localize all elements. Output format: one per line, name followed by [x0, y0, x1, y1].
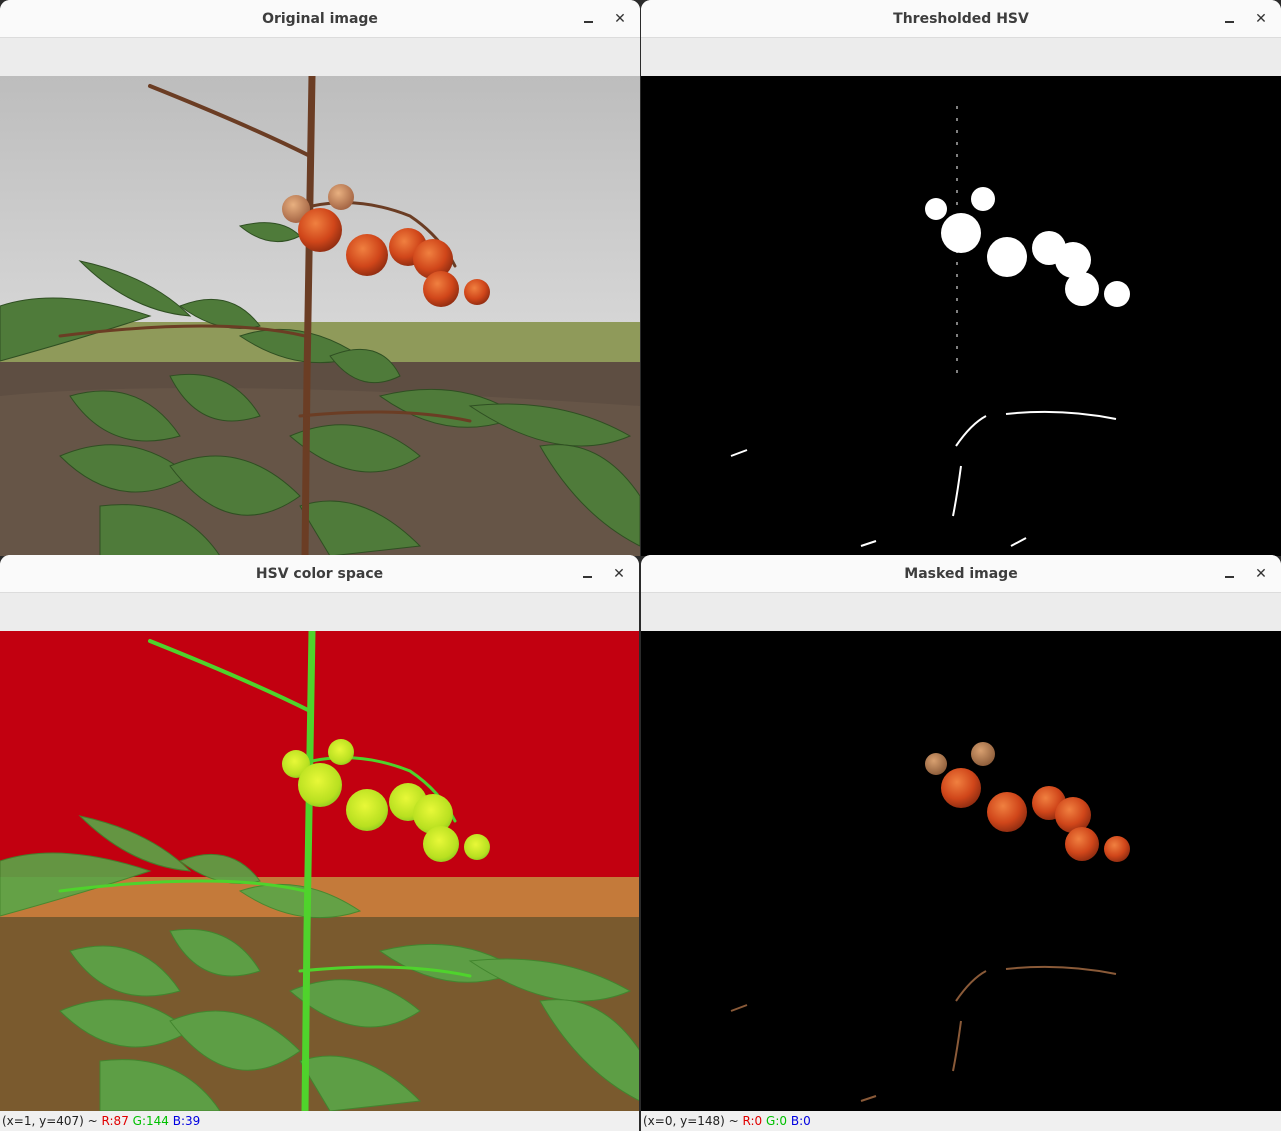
pixel-blue-value: B:39: [172, 1114, 201, 1128]
pixel-red-value: R:87: [101, 1114, 129, 1128]
minimize-icon: [583, 21, 593, 23]
pixel-blue-value: B:0: [790, 1114, 811, 1128]
titlebar[interactable]: HSV color space ✕: [0, 555, 639, 593]
minimize-button[interactable]: [577, 564, 597, 584]
window-title: Original image: [262, 10, 378, 27]
hsv-image: [0, 631, 639, 1111]
close-button[interactable]: ✕: [1251, 9, 1271, 29]
window-title: HSV color space: [255, 565, 384, 582]
thresholded-hsv-window: Thresholded HSV ✕: [641, 0, 1281, 556]
minimize-button[interactable]: [578, 9, 598, 29]
toolbar: [0, 593, 639, 631]
minimize-icon: [1224, 21, 1234, 23]
pixel-green-value: G:144: [132, 1114, 169, 1128]
thresholded-image: [641, 76, 1281, 556]
window-title: Thresholded HSV: [893, 10, 1029, 27]
masked-image: [641, 631, 1281, 1111]
pixel-red-value: R:0: [742, 1114, 763, 1128]
toolbar: [0, 38, 640, 76]
pixel-coords: (x=0, y=148) ~: [643, 1114, 739, 1128]
minimize-icon: [1224, 576, 1234, 578]
status-bar: (x=1, y=407) ~ R:87 G:144 B:39: [0, 1111, 639, 1131]
sky: [0, 76, 640, 326]
minimize-icon: [582, 576, 592, 578]
close-button[interactable]: ✕: [610, 9, 630, 29]
masked-image-window: Masked image ✕ (x=0, y=148) ~ R:0 G:0 B:…: [641, 555, 1281, 1131]
toolbar: [641, 38, 1281, 76]
minimize-button[interactable]: [1219, 564, 1239, 584]
status-bar: (x=0, y=148) ~ R:0 G:0 B:0: [641, 1111, 1281, 1131]
pixel-green-value: G:0: [766, 1114, 788, 1128]
close-button[interactable]: ✕: [1251, 564, 1271, 584]
minimize-button[interactable]: [1219, 9, 1239, 29]
original-image-window: Original image ✕: [0, 0, 640, 556]
original-image: [0, 76, 640, 556]
toolbar: [641, 593, 1281, 631]
pixel-coords: (x=1, y=407) ~: [2, 1114, 98, 1128]
titlebar[interactable]: Masked image ✕: [641, 555, 1281, 593]
close-button[interactable]: ✕: [609, 564, 629, 584]
window-title: Masked image: [904, 565, 1018, 582]
titlebar[interactable]: Thresholded HSV ✕: [641, 0, 1281, 38]
hsv-color-space-window: HSV color space ✕ (x=1, y=407) ~ R:87 G:…: [0, 555, 639, 1131]
titlebar[interactable]: Original image ✕: [0, 0, 640, 38]
